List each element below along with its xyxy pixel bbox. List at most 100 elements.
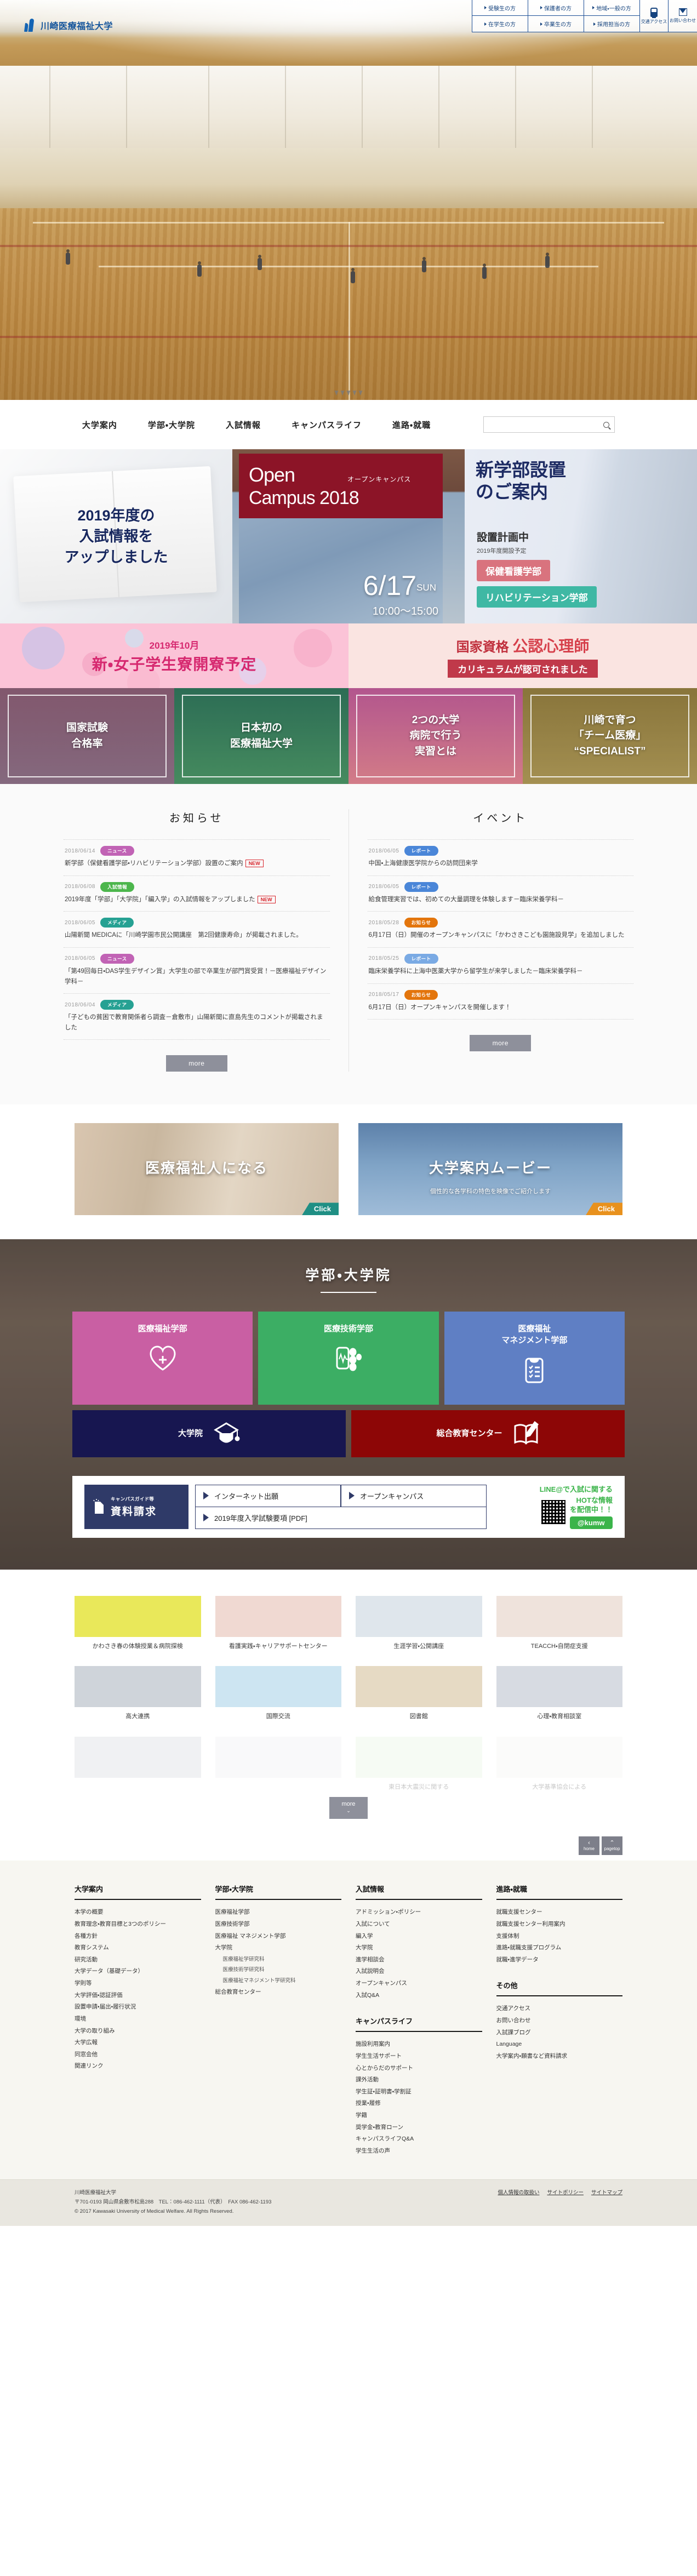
nav-admissions[interactable]: 入試情報: [226, 419, 261, 431]
footer-link[interactable]: 大学院: [356, 1942, 482, 1954]
footer-sublink[interactable]: 医療福祉学研究科: [215, 1954, 342, 1965]
util-link-guardians[interactable]: 保護者の方: [528, 0, 584, 16]
footer-sublink[interactable]: 医療福祉マネジメント学研究科: [215, 1976, 342, 1987]
footer-link[interactable]: 大学院: [215, 1942, 342, 1954]
footer-link[interactable]: オープンキャンパス: [356, 1978, 482, 1990]
footer-link[interactable]: 大学案内・願書など資料請求: [496, 2051, 623, 2063]
feature-card-first-in-japan[interactable]: 日本初の 医療福祉大学: [174, 688, 348, 784]
footer-sublink[interactable]: 医療技術学研究科: [215, 1965, 342, 1976]
nav-careers[interactable]: 進路・就職: [392, 419, 431, 431]
util-link-prospective[interactable]: 受験生の方: [472, 0, 528, 16]
footer-link[interactable]: 就職支援センター: [496, 1907, 623, 1919]
footer-link[interactable]: 課外活動: [356, 2074, 482, 2086]
quick-link-open-campus[interactable]: オープンキャンパス: [341, 1485, 487, 1507]
photo-grid-item[interactable]: [75, 1736, 201, 1792]
footer-link[interactable]: 教育システム: [75, 1942, 201, 1954]
footer-link-policy[interactable]: サイトポリシー: [547, 2188, 584, 2196]
banner-open-campus[interactable]: Open オープンキャンパス Campus 2018 6/17SUN 10:00…: [232, 449, 465, 623]
footer-link[interactable]: 奨学金・教育ローン: [356, 2122, 482, 2134]
photo-grid-item[interactable]: かわさき春の体験授業＆病院探検: [75, 1595, 201, 1651]
footer-link[interactable]: 医療福祉 マネジメント学部: [215, 1931, 342, 1943]
news-item[interactable]: 2018/06/08 入試情報 2019年度「学部」「大学院」「編入学」の入試情報を…: [64, 875, 330, 912]
promo-become-welfare-professional[interactable]: 医療福祉人になる Click: [75, 1123, 339, 1216]
footer-link[interactable]: お問い合わせ: [496, 2015, 623, 2027]
news-more-button[interactable]: more: [165, 1055, 227, 1072]
footer-link[interactable]: 環境: [75, 2013, 201, 2025]
quick-link-exam-guide-pdf[interactable]: 2019年度入学試験要項 [PDF]: [195, 1507, 487, 1529]
line-id-badge[interactable]: @kumw: [569, 1516, 613, 1529]
photo-grid-item[interactable]: 国際交流: [215, 1666, 341, 1721]
footer-link[interactable]: アドミッション・ポリシー: [356, 1907, 482, 1919]
footer-link[interactable]: 大学データ（基礎データ）: [75, 1966, 201, 1978]
banner-admission-info[interactable]: 2019年度の 入試情報を アップしました: [0, 449, 232, 623]
footer-link[interactable]: 心とからだのサポート: [356, 2063, 482, 2075]
event-item[interactable]: 2018/05/17 お知らせ 6月17日（日）オープンキャンパスを開催します！: [367, 983, 633, 1020]
faculty-card-welfare[interactable]: 医療福祉学部: [72, 1312, 253, 1405]
search-box[interactable]: [483, 416, 615, 433]
photo-grid-item[interactable]: 大学基準協会による: [496, 1736, 622, 1792]
news-item[interactable]: 2018/06/05 メディア 山陽新聞 MEDICAに「川崎学園市民公開講座 第2…: [64, 911, 330, 947]
photo-grid-item[interactable]: TEACCH・自閉症支援: [496, 1595, 622, 1651]
events-more-button[interactable]: more: [470, 1035, 532, 1052]
footer-link[interactable]: 交通アクセス: [496, 2003, 623, 2015]
feature-card-team-medical[interactable]: 川崎で育つ 「チーム医療」 “SPECIALIST”: [523, 688, 697, 784]
pagetop-button[interactable]: ⌃ pagetop: [602, 1836, 622, 1856]
event-item[interactable]: 2018/06/05 レポート 中国・上海健康医学院からの訪問団来学: [367, 839, 633, 875]
news-item[interactable]: 2018/06/14 ニュース 新学部（保健看護学部・リハビリテーション学部）設置の…: [64, 839, 330, 875]
util-link-recruiters[interactable]: 採用担当の方: [584, 16, 640, 32]
footer-link[interactable]: 教育理念・教育目標と3つのポリシー: [75, 1919, 201, 1931]
footer-link[interactable]: 設置申請・届出・履行状況: [75, 2001, 201, 2013]
event-item[interactable]: 2018/05/28 お知らせ 6月17日（日）開催のオープンキャンパスに「かわさき…: [367, 911, 633, 947]
footer-link[interactable]: 編入学: [356, 1931, 482, 1943]
footer-link[interactable]: 研究活動: [75, 1954, 201, 1966]
footer-link[interactable]: 各種方針: [75, 1931, 201, 1943]
pill-rehab-faculty[interactable]: リハビリテーション学部: [477, 586, 597, 608]
photo-grid-item[interactable]: 心理・教育相談室: [496, 1666, 622, 1721]
banner-dormitory[interactable]: 2019年10月 新・女子学生寮開寮予定: [0, 623, 348, 688]
search-icon[interactable]: [603, 421, 610, 428]
feature-card-two-hospitals[interactable]: 2つの大学 病院で行う 実習とは: [348, 688, 523, 784]
material-request-button[interactable]: キャンパスガイド等 資料請求: [84, 1485, 188, 1529]
util-link-students[interactable]: 在学生の方: [472, 16, 528, 32]
footer-link[interactable]: 大学の取り組み: [75, 2025, 201, 2037]
footer-link[interactable]: Language: [496, 2039, 623, 2051]
hero-scroll-indicator[interactable]: [334, 391, 363, 396]
util-link-community[interactable]: 地域・一般の方: [584, 0, 640, 16]
footer-link[interactable]: 関連リンク: [75, 2060, 201, 2073]
footer-link[interactable]: 入試課ブログ: [496, 2027, 623, 2039]
footer-link[interactable]: 学籍: [356, 2110, 482, 2122]
footer-link[interactable]: 医療福祉学部: [215, 1907, 342, 1919]
footer-link[interactable]: 学則等: [75, 1978, 201, 1990]
photo-grid-item[interactable]: 生涯学習・公開講座: [356, 1595, 482, 1651]
footer-link[interactable]: 授業・履修: [356, 2098, 482, 2110]
footer-link[interactable]: 進学相談会: [356, 1954, 482, 1966]
nav-campuslife[interactable]: キャンパスライフ: [292, 419, 362, 431]
faculty-card-education-center[interactable]: 総合教育センター: [351, 1410, 625, 1458]
photo-grid-item[interactable]: 高大連携: [75, 1666, 201, 1721]
nav-faculties[interactable]: 学部・大学院: [148, 419, 195, 431]
news-item[interactable]: 2018/06/05 ニュース 「第49回毎日・DAS学生デザイン賞」大学生の部で卒…: [64, 947, 330, 993]
faculty-card-technology[interactable]: 医療技術学部: [258, 1312, 439, 1405]
banner-new-faculty[interactable]: 新学部設置 のご案内 設置計画中 2019年度開設予定 保健看護学部 リハビリテ…: [465, 449, 697, 623]
news-item[interactable]: 2018/06/04 メディア 「子どもの貧困で教育関係者ら調査－倉敷市」山陽新聞に…: [64, 993, 330, 1040]
footer-link[interactable]: 就職支援センター利用案内: [496, 1919, 623, 1931]
footer-link[interactable]: 学生生活サポート: [356, 2051, 482, 2063]
footer-link[interactable]: 本学の概要: [75, 1907, 201, 1919]
footer-link[interactable]: 施設利用案内: [356, 2039, 482, 2051]
photo-grid-item[interactable]: 看護実践・キャリアサポートセンター: [215, 1595, 341, 1651]
footer-link[interactable]: 学生生活の声: [356, 2145, 482, 2157]
quick-link-internet-application[interactable]: インターネット出願: [195, 1485, 341, 1507]
site-logo[interactable]: 川崎医療福祉大学: [24, 19, 113, 32]
faculty-card-graduate-school[interactable]: 大学院: [72, 1410, 346, 1458]
footer-link[interactable]: 入試Q&A: [356, 1990, 482, 2002]
footer-link-sitemap[interactable]: サイトマップ: [591, 2188, 622, 2196]
footer-link[interactable]: キャンパスライフQ&A: [356, 2133, 482, 2145]
contact-button[interactable]: お問い合わせ: [669, 0, 697, 32]
nav-about[interactable]: 大学案内: [82, 419, 117, 431]
footer-link[interactable]: 学生証・証明書・学割証: [356, 2086, 482, 2098]
footer-link[interactable]: 総合教育センター: [215, 1987, 342, 1999]
footer-link[interactable]: 進路・就職支援プログラム: [496, 1942, 623, 1954]
footer-link[interactable]: 大学評価・認証評価: [75, 1990, 201, 2002]
footer-link[interactable]: 支援体制: [496, 1931, 623, 1943]
footer-link[interactable]: 同窓会他: [75, 2049, 201, 2061]
